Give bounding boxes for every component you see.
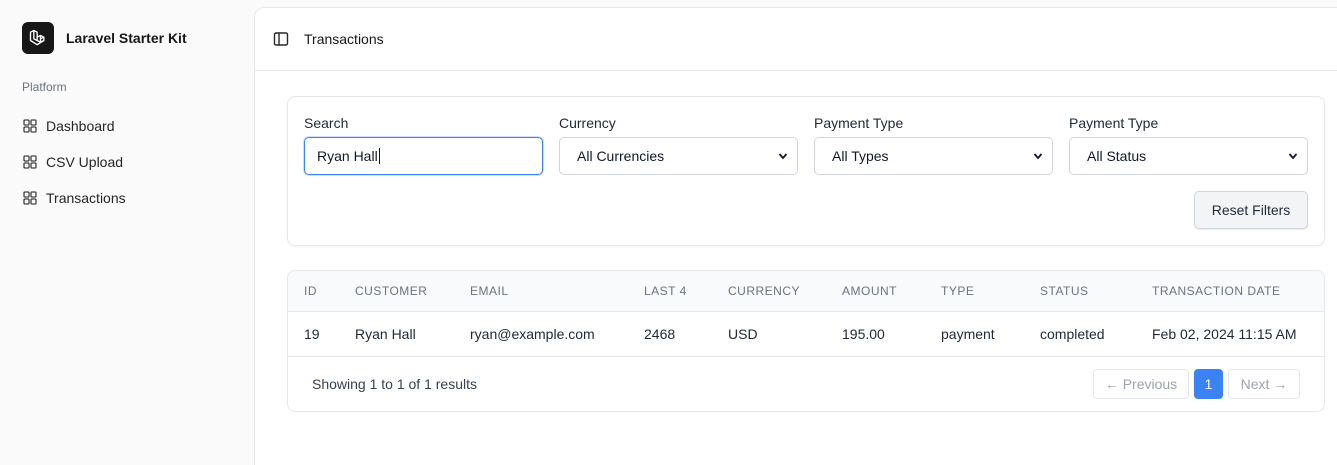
table-footer: Showing 1 to 1 of 1 results ← Previous 1… (288, 357, 1324, 411)
page-number-button[interactable]: 1 (1194, 369, 1223, 399)
column-header[interactable]: LAST 4 (644, 271, 687, 311)
table-header: ID CUSTOMER EMAIL LAST 4 CURRENCY AMOUNT… (288, 271, 1324, 312)
main-panel: Transactions Search Ryan Hall Currency A… (254, 7, 1337, 465)
transactions-table: ID CUSTOMER EMAIL LAST 4 CURRENCY AMOUNT… (287, 270, 1325, 412)
reset-filters-button[interactable]: Reset Filters (1194, 191, 1308, 229)
next-page-button[interactable]: Next → (1228, 369, 1300, 399)
app-name: Laravel Starter Kit (66, 30, 187, 46)
sidebar-item-transactions[interactable]: Transactions (22, 180, 232, 216)
status-filter: Payment Type All Status (1069, 115, 1309, 175)
status-selected: All Status (1087, 148, 1147, 164)
chevron-down-icon (1288, 151, 1298, 161)
chevron-down-icon (1033, 151, 1043, 161)
cell-currency: USD (728, 326, 758, 342)
pagination: ← Previous 1 Next → (1093, 369, 1300, 399)
column-header[interactable]: EMAIL (470, 271, 509, 311)
column-header[interactable]: TRANSACTION DATE (1152, 271, 1280, 311)
results-summary: Showing 1 to 1 of 1 results (312, 376, 477, 392)
status-label: Payment Type (1069, 115, 1159, 131)
column-header[interactable]: TYPE (941, 271, 974, 311)
currency-selected: All Currencies (577, 148, 665, 164)
column-header[interactable]: ID (304, 271, 317, 311)
currency-label: Currency (559, 115, 616, 131)
cell-customer: Ryan Hall (355, 326, 416, 342)
sidebar-item-csv-upload[interactable]: CSV Upload (22, 144, 232, 180)
nav-group-label: Platform (22, 80, 67, 94)
cell-last4: 2468 (644, 326, 676, 342)
topbar: Transactions (255, 8, 1337, 71)
brand[interactable]: Laravel Starter Kit (22, 22, 187, 54)
cell-status: completed (1040, 326, 1105, 342)
panel-left-icon[interactable] (272, 30, 290, 48)
sidebar-item-dashboard[interactable]: Dashboard (22, 108, 232, 144)
layout-grid-icon (22, 154, 38, 170)
laravel-logo-icon (22, 22, 54, 54)
search-value: Ryan Hall (317, 148, 378, 164)
cell-email: ryan@example.com (470, 326, 595, 342)
search-label: Search (304, 115, 349, 131)
table-row[interactable]: 19 Ryan Hall ryan@example.com 2468 USD 1… (288, 312, 1324, 357)
column-header[interactable]: STATUS (1040, 271, 1089, 311)
search-input[interactable]: Ryan Hall (304, 137, 543, 175)
payment-type-label: Payment Type (814, 115, 904, 131)
cell-amount: 195.00 (842, 326, 885, 342)
cell-id: 19 (304, 326, 320, 342)
sidebar-item-label: Dashboard (46, 118, 115, 134)
search-filter: Search Ryan Hall (304, 115, 544, 175)
cell-transaction-date: Feb 02, 2024 11:15 AM (1152, 326, 1297, 342)
layout-grid-icon (22, 190, 38, 206)
payment-type-selected: All Types (832, 148, 889, 164)
breadcrumb[interactable]: Transactions (304, 31, 384, 47)
column-header[interactable]: AMOUNT (842, 271, 897, 311)
sidebar: Laravel Starter Kit Platform Dashboard C… (0, 0, 254, 465)
text-cursor (378, 148, 380, 164)
sidebar-item-label: Transactions (46, 190, 126, 206)
previous-page-button[interactable]: ← Previous (1093, 369, 1189, 399)
status-select[interactable]: All Status (1069, 137, 1308, 175)
cell-type: payment (941, 326, 995, 342)
payment-type-filter: Payment Type All Types (814, 115, 1054, 175)
currency-select[interactable]: All Currencies (559, 137, 798, 175)
layout-grid-icon (22, 118, 38, 134)
currency-filter: Currency All Currencies (559, 115, 799, 175)
column-header[interactable]: CURRENCY (728, 271, 800, 311)
filters-card: Search Ryan Hall Currency All Currencies… (287, 96, 1325, 246)
sidebar-item-label: CSV Upload (46, 154, 124, 170)
column-header[interactable]: CUSTOMER (355, 271, 427, 311)
sidebar-nav: Dashboard CSV Upload Transactions (22, 108, 232, 216)
chevron-down-icon (778, 151, 788, 161)
payment-type-select[interactable]: All Types (814, 137, 1053, 175)
